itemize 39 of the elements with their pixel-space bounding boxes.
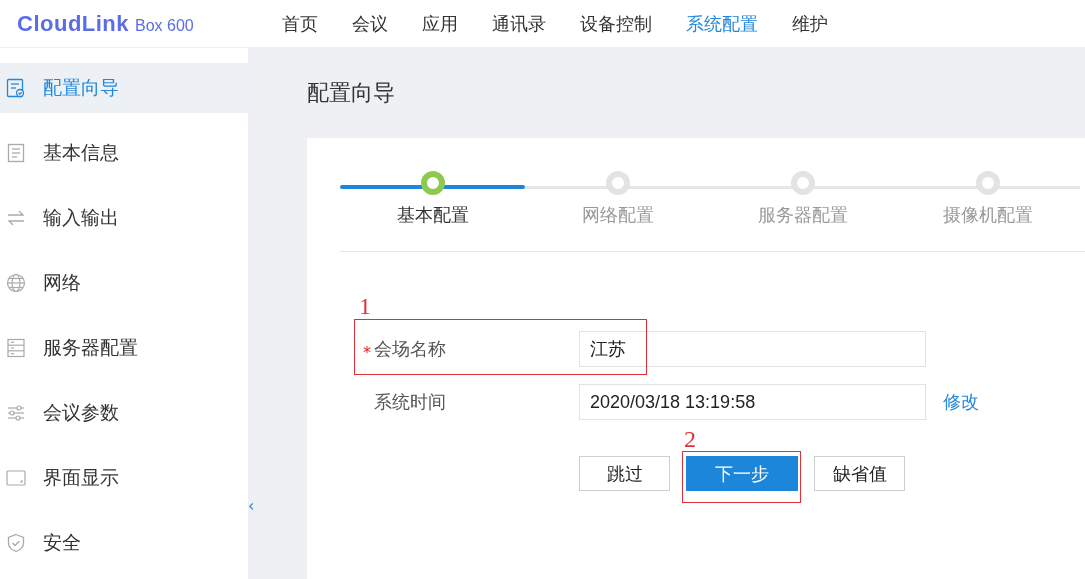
action-button[interactable]: 跳过 xyxy=(579,456,670,491)
model-label: Box 600 xyxy=(135,16,194,35)
next-button[interactable]: 下一步 xyxy=(686,456,798,491)
nav-tab[interactable]: 应用 xyxy=(422,11,458,36)
step-label: 服务器配置 xyxy=(757,203,848,227)
nav-tab[interactable]: 维护 xyxy=(792,11,828,36)
sidebar-item[interactable]: 输入输出 xyxy=(0,193,248,243)
shield-check-icon xyxy=(6,533,26,553)
sidebar-item[interactable]: 网络 xyxy=(0,258,248,308)
brand-logo: CloudLink xyxy=(17,10,130,37)
server-icon xyxy=(6,338,26,358)
sliders-icon xyxy=(6,403,26,423)
nav-tab[interactable]: 会议 xyxy=(352,11,388,36)
nav-tab[interactable]: 通讯录 xyxy=(492,11,546,36)
required-asterisk: * xyxy=(363,345,371,362)
page-title: 配置向导 xyxy=(307,79,396,107)
input-field[interactable]: 江苏 xyxy=(579,331,926,367)
step-label: 基本配置 xyxy=(396,203,469,227)
annotation-number: 1 xyxy=(359,294,371,318)
input-field[interactable]: 2020/03/18 13:19:58 xyxy=(579,384,926,420)
nav-tab[interactable]: 首页 xyxy=(282,11,318,36)
screen-icon xyxy=(6,469,26,487)
step-label: 网络配置 xyxy=(581,203,654,227)
field-label: 系统时间 xyxy=(374,390,446,414)
field-label: 会场名称 xyxy=(374,337,446,361)
document-icon xyxy=(6,143,26,163)
sidebar-item[interactable]: 安全 xyxy=(0,518,248,568)
nav-tab[interactable]: 设备控制 xyxy=(580,11,652,36)
annotation-number: 2 xyxy=(684,427,696,451)
globe-icon xyxy=(6,273,26,293)
nav-tab[interactable]: 系统配置 xyxy=(686,11,758,36)
action-button[interactable]: 缺省值 xyxy=(814,456,905,491)
sidebar-item[interactable]: 服务器配置 xyxy=(0,323,248,373)
edit-link[interactable]: 修改 xyxy=(943,390,979,414)
sidebar-item[interactable]: 界面显示 xyxy=(0,453,248,503)
sidebar-item[interactable]: 基本信息 xyxy=(0,128,248,178)
form-check-icon xyxy=(6,78,26,98)
sidebar-item[interactable]: 会议参数 xyxy=(0,388,248,438)
step-label: 摄像机配置 xyxy=(942,203,1033,227)
